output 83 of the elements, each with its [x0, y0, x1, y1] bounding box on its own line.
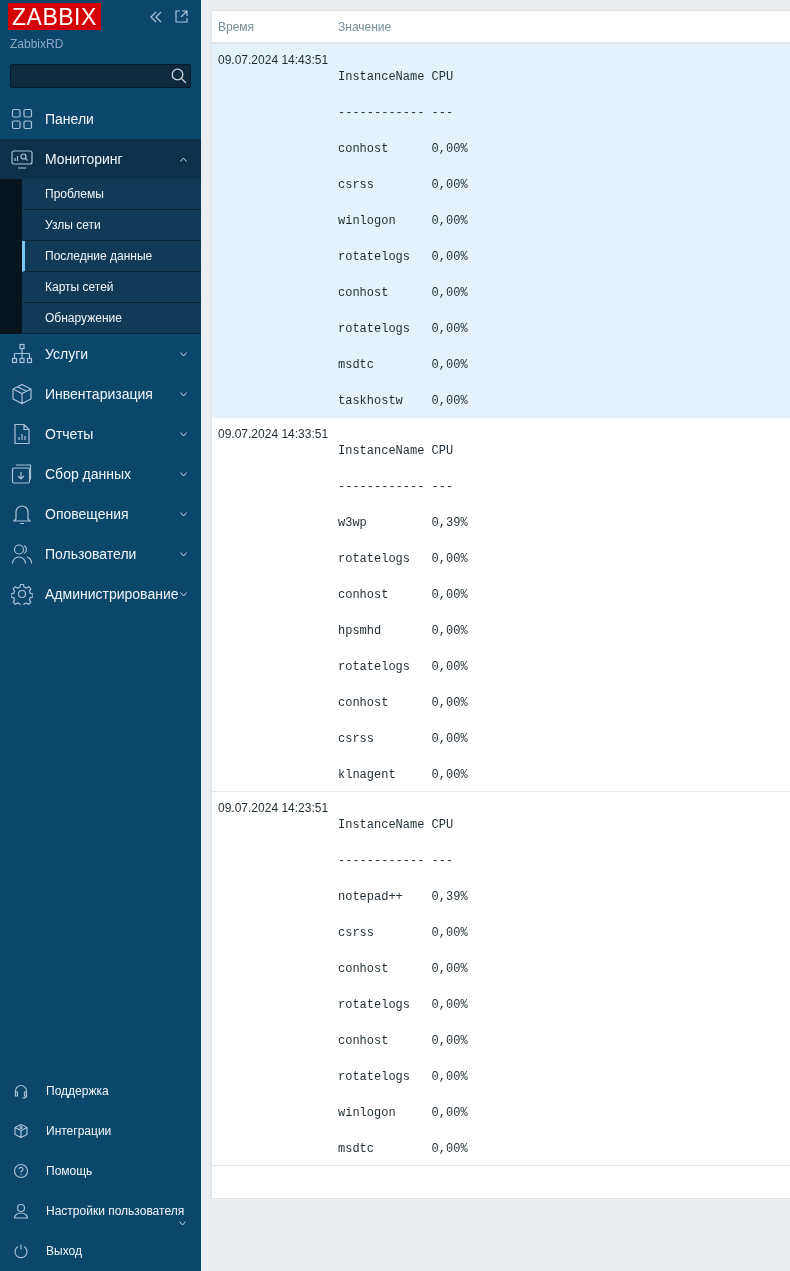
- time-cell: 09.07.2024 14:33:51: [218, 427, 329, 441]
- chevron-icon: [180, 156, 187, 162]
- monitor-icon: [11, 148, 33, 170]
- menu-item[interactable]: Инвентаризация: [0, 374, 201, 414]
- value-line: rotatelogs 0,00%: [338, 659, 468, 676]
- submenu-item[interactable]: Узлы сети: [22, 210, 201, 241]
- menu-item[interactable]: Мониторинг: [0, 139, 201, 179]
- chevron-icon: [180, 391, 187, 397]
- value-line: conhost 0,00%: [338, 961, 468, 978]
- value-line: conhost 0,00%: [338, 141, 468, 158]
- help-icon: [13, 1163, 29, 1179]
- menu-item[interactable]: Панели: [0, 99, 201, 139]
- value-line: ------------ ---: [338, 479, 454, 496]
- value-line: taskhostw 0,00%: [338, 393, 468, 410]
- bell-icon: [11, 503, 33, 525]
- menu-item[interactable]: Пользователи: [0, 534, 201, 574]
- user-icon: [13, 1203, 29, 1219]
- column-header[interactable]: Значение: [338, 19, 392, 34]
- chevron-icon: [180, 351, 187, 357]
- settings-icon: [11, 583, 33, 605]
- value-line: conhost 0,00%: [338, 285, 468, 302]
- menu-item[interactable]: Выход: [0, 1231, 201, 1271]
- power-icon: [13, 1243, 29, 1259]
- chevron-icon: [179, 1221, 186, 1226]
- value-line: hpsmhd 0,00%: [338, 623, 468, 640]
- value-line: winlogon 0,00%: [338, 213, 468, 230]
- grid-icon: [11, 108, 33, 130]
- menu-item[interactable]: Отчеты: [0, 414, 201, 454]
- value-line: klnagent 0,00%: [338, 767, 468, 784]
- logo[interactable]: ZABBIX: [8, 3, 101, 30]
- search-field[interactable]: [10, 64, 191, 88]
- hierarchy-icon: [11, 343, 33, 365]
- menu-item[interactable]: Сбор данных: [0, 454, 201, 494]
- value-line: ------------ ---: [338, 853, 454, 870]
- download-icon: [11, 463, 33, 485]
- box-icon: [11, 383, 33, 405]
- users-icon: [11, 543, 33, 565]
- menu-item[interactable]: Поддержка: [0, 1071, 201, 1111]
- collapse-icon[interactable]: [149, 10, 163, 23]
- value-line: msdtc 0,00%: [338, 1141, 468, 1158]
- time-cell: 09.07.2024 14:23:51: [218, 801, 329, 815]
- value-line: w3wp 0,39%: [338, 515, 468, 532]
- chevron-icon: [180, 431, 187, 437]
- value-line: winlogon 0,00%: [338, 1105, 468, 1122]
- search-icon: [171, 68, 187, 84]
- value-line: InstanceName CPU: [338, 817, 454, 834]
- menu-item[interactable]: Оповещения: [0, 494, 201, 534]
- value-line: InstanceName CPU: [338, 69, 454, 86]
- fullscreen-icon[interactable]: [175, 10, 188, 23]
- value-line: rotatelogs 0,00%: [338, 551, 468, 568]
- value-line: csrss 0,00%: [338, 731, 468, 748]
- report-icon: [11, 423, 33, 445]
- value-line: conhost 0,00%: [338, 695, 468, 712]
- value-line: csrss 0,00%: [338, 177, 468, 194]
- value-line: csrss 0,00%: [338, 925, 468, 942]
- chevron-icon: [180, 551, 187, 557]
- headset-icon: [13, 1083, 29, 1099]
- value-line: notepad++ 0,39%: [338, 889, 468, 906]
- submenu-item[interactable]: Карты сетей: [22, 272, 201, 303]
- menu-item[interactable]: Интеграции: [0, 1111, 201, 1151]
- menu-item[interactable]: Услуги: [0, 334, 201, 374]
- chevron-icon: [180, 511, 187, 517]
- value-line: rotatelogs 0,00%: [338, 1069, 468, 1086]
- time-cell: 09.07.2024 14:43:51: [218, 53, 329, 67]
- value-line: rotatelogs 0,00%: [338, 997, 468, 1014]
- menu-item[interactable]: Настройки пользователя: [0, 1191, 201, 1231]
- menu-item[interactable]: Администрирование: [0, 574, 201, 614]
- value-line: msdtc 0,00%: [338, 357, 468, 374]
- value-line: rotatelogs 0,00%: [338, 249, 468, 266]
- value-line: InstanceName CPU: [338, 443, 454, 460]
- menu-item[interactable]: Помощь: [0, 1151, 201, 1191]
- value-line: ------------ ---: [338, 105, 454, 122]
- chevron-icon: [180, 471, 187, 477]
- cube-icon: [13, 1123, 29, 1139]
- submenu-item[interactable]: Последние данные: [22, 241, 201, 272]
- submenu-item[interactable]: Обнаружение: [22, 303, 201, 334]
- submenu-item[interactable]: Проблемы: [22, 179, 201, 210]
- value-line: conhost 0,00%: [338, 1033, 468, 1050]
- value-line: conhost 0,00%: [338, 587, 468, 604]
- column-header[interactable]: Время: [212, 19, 338, 34]
- chevron-icon: [180, 591, 187, 597]
- value-line: rotatelogs 0,00%: [338, 321, 468, 338]
- server-name: ZabbixRD: [10, 37, 65, 51]
